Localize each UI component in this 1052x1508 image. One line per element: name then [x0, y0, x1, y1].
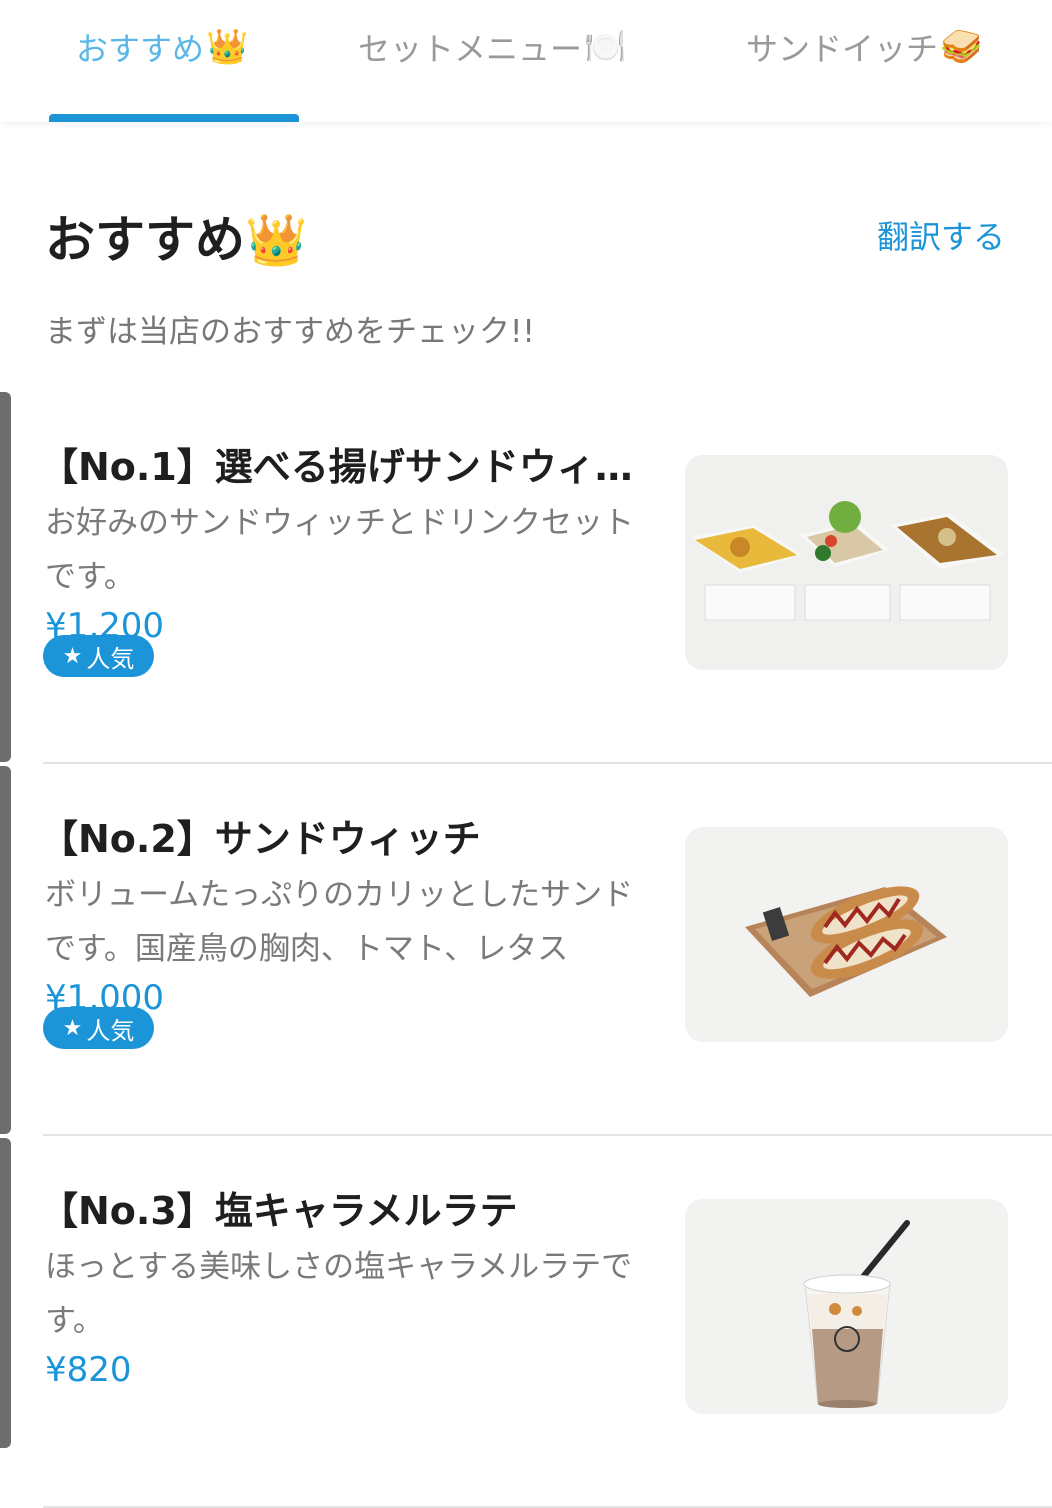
tab-set-menu[interactable]: セットメニュー 🍽️	[358, 22, 626, 72]
item-description: ほっとする美味しさの塩キャラメルラテです。	[45, 1249, 633, 1339]
menu-item-3[interactable]: 【No.3】塩キャラメルラテ ほっとする美味しさの塩キャラメルラテです。 ¥82…	[0, 1136, 1052, 1508]
menu-item-1[interactable]: 【No.1】選べる揚げサンドウィッチセット お好みのサンドウィッチとドリンクセッ…	[0, 392, 1052, 764]
item-name: 【No.1】選べる揚げサンドウィッチセット	[40, 445, 640, 489]
crown-icon: 👑	[206, 27, 249, 67]
menu-item-2[interactable]: 【No.2】サンドウィッチ ボリュームたっぷりのカリッとしたサンドです。国産鳥の…	[0, 764, 1052, 1136]
item-price: ¥820	[45, 1350, 132, 1390]
badge-label: 人気	[86, 1016, 135, 1045]
item-description: ボリュームたっぷりのカリッとしたサンドです。国産鳥の胸肉、トマト、レタス	[45, 877, 634, 967]
active-tab-indicator	[49, 114, 299, 122]
star-icon: ★	[62, 643, 83, 669]
section-title-text: おすすめ	[45, 211, 245, 269]
tab-label: セットメニュー	[358, 30, 583, 68]
fried-sandwich-set-illustration	[685, 455, 1008, 670]
item-name: 【No.2】サンドウィッチ	[40, 817, 481, 861]
translate-link[interactable]: 翻訳する	[877, 212, 1005, 258]
popular-badge: ★ 人気	[43, 635, 154, 677]
tab-label: サンドイッチ	[746, 30, 939, 68]
category-tab-bar: おすすめ 👑 セットメニュー 🍽️ サンドイッチ 🥪	[0, 0, 1052, 122]
tab-label: おすすめ	[76, 30, 205, 68]
section-title: おすすめ👑	[45, 200, 307, 272]
popular-badge: ★ 人気	[43, 1007, 154, 1049]
star-icon: ★	[62, 1015, 83, 1041]
tab-sandwich[interactable]: サンドイッチ 🥪	[746, 22, 982, 72]
item-description: お好みのサンドウィッチとドリンクセットです。	[45, 505, 634, 595]
fried-sandwich-set-photo[interactable]	[685, 455, 1008, 670]
section-header: おすすめ👑 翻訳する	[45, 200, 1005, 269]
plate-icon: 🍽️	[584, 27, 627, 67]
latte-cup-illustration	[685, 1199, 1008, 1414]
section-description: まずは当店のおすすめをチェック!!	[45, 314, 535, 350]
item-name: 【No.3】塩キャラメルラテ	[40, 1189, 518, 1233]
sandwich-icon: 🥪	[940, 27, 983, 67]
salted-caramel-latte-photo[interactable]	[685, 1199, 1008, 1414]
badge-label: 人気	[86, 644, 135, 673]
crown-icon: 👑	[245, 211, 308, 269]
sandwich-box-photo[interactable]	[685, 827, 1008, 1042]
tab-recommended[interactable]: おすすめ 👑	[76, 22, 248, 72]
sandwich-box-illustration	[685, 827, 1008, 1042]
